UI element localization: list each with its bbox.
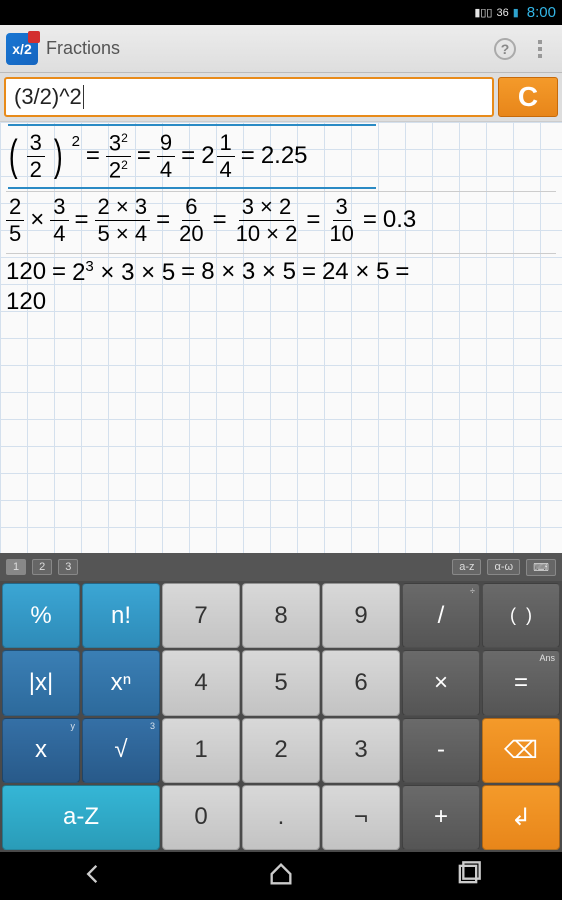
calculator-keypad: % n! 7 8 9 /÷ ( ) |x| xⁿ 4 5 6 × =Ans xy… bbox=[0, 581, 562, 852]
signal-icon: ▮▯▯ bbox=[474, 6, 492, 19]
key-7[interactable]: 7 bbox=[162, 583, 240, 648]
key-percent[interactable]: % bbox=[2, 583, 80, 648]
battery-icon: ▮ bbox=[513, 6, 519, 19]
network-icon: 36 bbox=[496, 7, 508, 19]
nav-back-icon[interactable] bbox=[80, 860, 108, 893]
keypad-tab-2[interactable]: 2 bbox=[32, 559, 52, 575]
key-6[interactable]: 6 bbox=[322, 650, 400, 715]
nav-home-icon[interactable] bbox=[267, 860, 295, 893]
input-row: (3/2)^2 C bbox=[0, 73, 562, 121]
clear-button[interactable]: C bbox=[498, 77, 558, 117]
result-row[interactable]: ( 32 ) 2 = 32 22 = 94 = 2 14 = 2.25 bbox=[6, 126, 556, 192]
text-cursor bbox=[83, 85, 84, 109]
key-5[interactable]: 5 bbox=[242, 650, 320, 715]
android-nav-bar bbox=[0, 852, 562, 900]
key-9[interactable]: 9 bbox=[322, 583, 400, 648]
mode-latin[interactable]: a-z bbox=[452, 559, 481, 575]
app-title: Fractions bbox=[46, 38, 486, 59]
key-4[interactable]: 4 bbox=[162, 650, 240, 715]
key-factorial[interactable]: n! bbox=[82, 583, 160, 648]
app-icon: x/2 bbox=[6, 33, 38, 65]
mode-greek[interactable]: α-ω bbox=[487, 559, 520, 575]
overflow-menu-icon[interactable] bbox=[524, 33, 556, 65]
nav-recent-icon[interactable] bbox=[454, 860, 482, 893]
result-row[interactable]: 25 × 34 = 2 × 35 × 4 = 620 = 3 × 210 × 2… bbox=[6, 192, 556, 254]
key-enter[interactable]: ↲ bbox=[482, 785, 560, 850]
key-equals[interactable]: =Ans bbox=[482, 650, 560, 715]
key-minus[interactable]: - bbox=[402, 718, 480, 783]
key-8[interactable]: 8 bbox=[242, 583, 320, 648]
key-0[interactable]: 0 bbox=[162, 785, 240, 850]
key-2[interactable]: 2 bbox=[242, 718, 320, 783]
key-alpha[interactable]: a-Z bbox=[2, 785, 160, 850]
keyboard-icon[interactable]: ⌨ bbox=[526, 559, 556, 576]
key-negate[interactable]: ¬ bbox=[322, 785, 400, 850]
key-dot[interactable]: . bbox=[242, 785, 320, 850]
keypad-tab-1[interactable]: 1 bbox=[6, 559, 26, 575]
key-power[interactable]: xⁿ bbox=[82, 650, 160, 715]
key-backspace[interactable]: ⌫ bbox=[482, 718, 560, 783]
key-x[interactable]: xy bbox=[2, 718, 80, 783]
keyboard-mode-row: 1 2 3 a-z α-ω ⌨ bbox=[0, 553, 562, 581]
app-header: x/2 Fractions ? bbox=[0, 25, 562, 73]
key-plus[interactable]: + bbox=[402, 785, 480, 850]
android-status-bar: ▮▯▯ 36 ▮ 8:00 bbox=[0, 0, 562, 25]
result-row[interactable]: 120 = 23 × 3 × 5 = 8 × 3 × 5 = 24 × 5 = … bbox=[6, 254, 556, 325]
key-parens[interactable]: ( ) bbox=[482, 583, 560, 648]
key-sqrt[interactable]: √3 bbox=[82, 718, 160, 783]
clock: 8:00 bbox=[527, 4, 556, 21]
key-abs[interactable]: |x| bbox=[2, 650, 80, 715]
key-multiply[interactable]: × bbox=[402, 650, 480, 715]
keypad-tab-3[interactable]: 3 bbox=[58, 559, 78, 575]
expression-input[interactable]: (3/2)^2 bbox=[4, 77, 494, 117]
expression-value: (3/2)^2 bbox=[14, 84, 82, 110]
key-1[interactable]: 1 bbox=[162, 718, 240, 783]
results-worksheet[interactable]: ( 32 ) 2 = 32 22 = 94 = 2 14 = 2.25 25 ×… bbox=[0, 121, 562, 553]
key-divide[interactable]: /÷ bbox=[402, 583, 480, 648]
help-icon[interactable]: ? bbox=[494, 38, 516, 60]
key-3[interactable]: 3 bbox=[322, 718, 400, 783]
